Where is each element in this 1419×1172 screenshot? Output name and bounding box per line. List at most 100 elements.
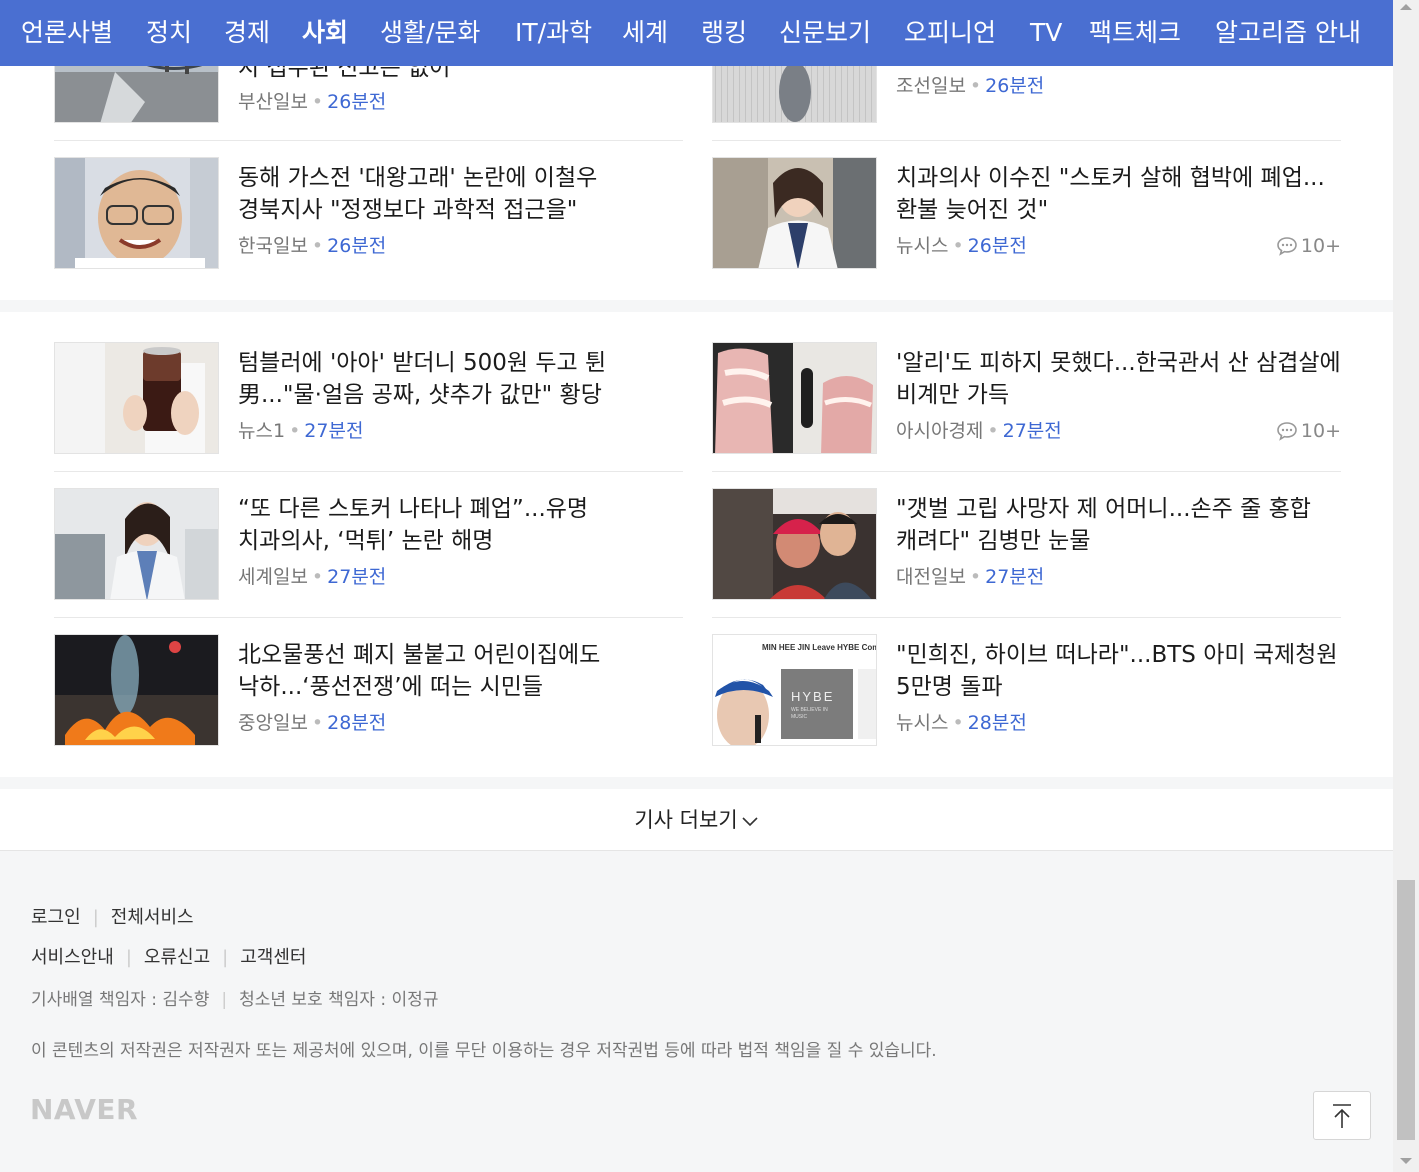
press-name[interactable]: 한국일보 <box>238 235 308 257</box>
press-name[interactable]: 대전일보 <box>896 566 966 588</box>
article-time: 28분전 <box>327 712 387 734</box>
press-name[interactable]: 중앙일보 <box>238 712 308 734</box>
article-time: 27분전 <box>985 566 1045 588</box>
nav-item-press[interactable]: 언론사별 <box>21 0 113 66</box>
comment-count[interactable]: 10+ <box>1276 417 1341 445</box>
divider <box>54 140 683 141</box>
article-headline[interactable]: '알리'도 피하지 못했다...한국관서 산 삼겹살에 비계만 가득 <box>896 348 1341 411</box>
nav-item-factcheck[interactable]: 팩트체크 <box>1089 0 1181 66</box>
article-time: 28분전 <box>967 712 1027 734</box>
comment-icon <box>1277 422 1297 441</box>
meta-dot: • <box>289 420 301 442</box>
top-navigation: 언론사별 정치 경제 사회 생활/문화 IT/과학 세계 랭킹 신문보기 오피니… <box>0 0 1393 66</box>
error-report-link[interactable]: 오류신고 <box>144 947 210 968</box>
article-time: 26분전 <box>327 91 387 113</box>
separator: | <box>92 907 99 928</box>
article-meta: 한국일보 • 26분전 <box>238 232 386 260</box>
press-name[interactable]: 뉴스1 <box>238 420 285 442</box>
separator: | <box>222 947 229 968</box>
vertical-scrollbar[interactable] <box>1393 0 1419 1172</box>
meta-dot: • <box>311 712 324 734</box>
nav-item-algorithm[interactable]: 알고리즘 안내 <box>1215 0 1361 66</box>
divider <box>54 471 683 472</box>
customer-center-link[interactable]: 고객센터 <box>240 947 306 968</box>
nav-item-politics[interactable]: 정치 <box>146 0 192 66</box>
comment-icon <box>1277 237 1297 256</box>
nav-item-newspaper[interactable]: 신문보기 <box>779 0 871 66</box>
thumbnail-image[interactable] <box>712 488 877 600</box>
scroll-up-arrow[interactable] <box>1400 4 1412 10</box>
chevron-down-icon <box>742 817 758 827</box>
news-item[interactable]: "갯벌 고립 사망자 제 어머니...손주 줄 홍합 캐려다" 김병만 눈물 대… <box>712 488 1341 600</box>
meta-dot: • <box>952 235 964 257</box>
thumb-sub-text: WE BELIEVE IN MUSIC <box>791 707 828 720</box>
footer-row-2: 서비스안내 | 오류신고 | 고객센터 <box>31 943 306 969</box>
news-item[interactable]: 동해 가스전 '대왕고래' 논란에 이철우 경북지사 "정쟁보다 과학적 접근을… <box>54 157 683 269</box>
scrollbar-thumb[interactable] <box>1397 880 1415 1140</box>
meta-dot: • <box>311 91 324 113</box>
press-name[interactable]: 부산일보 <box>238 91 308 113</box>
footer-responsible: 기사배열 책임자 : 김수향 | 청소년 보호 책임자 : 이정규 <box>31 985 438 1010</box>
news-item[interactable]: 치과의사 이수진 "스토커 살해 협박에 폐업...환불 늦어진 것" 뉴시스 •… <box>712 157 1341 269</box>
comment-count-value: 10+ <box>1300 420 1341 442</box>
article-headline[interactable]: 치과의사 이수진 "스토커 살해 협박에 폐업...환불 늦어진 것" <box>896 163 1341 226</box>
news-item[interactable]: 텀블러에 '아아' 받더니 500원 두고 튄 男..."물·얼음 공짜, 샷추… <box>54 342 683 454</box>
article-meta: 중앙일보 • 28분전 <box>238 709 386 737</box>
thumbnail-image[interactable]: MIN HEE JIN Leave HYBE Comp HYBE WE BELI… <box>712 634 877 746</box>
naver-logo[interactable]: NAVER <box>30 1093 138 1126</box>
scroll-down-arrow[interactable] <box>1400 1158 1412 1164</box>
news-item[interactable]: MIN HEE JIN Leave HYBE Comp HYBE WE BELI… <box>712 634 1341 746</box>
article-headline[interactable]: "민희진, 하이브 떠나라"...BTS 아미 국제청원 5만명 돌파 <box>896 640 1341 703</box>
divider <box>712 471 1341 472</box>
press-name[interactable]: 뉴시스 <box>896 235 948 257</box>
article-time: 26분전 <box>967 235 1027 257</box>
article-headline[interactable]: 北오물풍선 폐지 불붙고 어린이집에도 낙하...‘풍선전쟁’에 떠는 시민들 <box>238 640 683 703</box>
nav-item-world[interactable]: 세계 <box>622 0 668 66</box>
article-time: 27분전 <box>1002 420 1062 442</box>
thumbnail-image[interactable] <box>712 342 877 454</box>
youth-responsible: 청소년 보호 책임자 : 이정규 <box>239 990 439 1010</box>
copyright-notice: 이 콘텐츠의 저작권은 저작권자 또는 제공처에 있으며, 이를 무단 이용하는… <box>31 1041 937 1061</box>
nav-item-society[interactable]: 사회 <box>302 0 348 66</box>
nav-item-tv[interactable]: TV <box>1030 0 1062 66</box>
nav-item-it-science[interactable]: IT/과학 <box>515 0 592 66</box>
press-name[interactable]: 뉴시스 <box>896 712 948 734</box>
meta-dot: • <box>969 75 982 97</box>
thumbnail-image[interactable] <box>712 157 877 269</box>
footer-row-1: 로그인 | 전체서비스 <box>31 903 194 929</box>
thumbnail-image[interactable] <box>54 342 219 454</box>
article-time: 26분전 <box>327 235 387 257</box>
meta-dot: • <box>311 235 324 257</box>
news-item[interactable]: “또 다른 스토커 나타나 폐업”...유명 치과의사, ‘먹튀’ 논란 해명 … <box>54 488 683 600</box>
service-info-link[interactable]: 서비스안내 <box>31 947 114 968</box>
article-meta: 뉴시스 • 26분전 <box>896 232 1027 260</box>
thumb-logo-text: HYBE <box>791 689 835 704</box>
more-articles-label: 기사 더보기 <box>634 808 738 832</box>
comment-count[interactable]: 10+ <box>1276 232 1341 260</box>
nav-item-economy[interactable]: 경제 <box>224 0 270 66</box>
thumbnail-image[interactable] <box>54 488 219 600</box>
nav-item-opinion[interactable]: 오피니언 <box>904 0 996 66</box>
meta-dot: • <box>952 712 964 734</box>
press-name[interactable]: 조선일보 <box>896 75 966 97</box>
editor-responsible: 기사배열 책임자 : 김수향 <box>31 990 210 1010</box>
divider <box>54 617 683 618</box>
thumbnail-image[interactable] <box>54 157 219 269</box>
nav-item-ranking[interactable]: 랭킹 <box>701 0 747 66</box>
news-item[interactable]: 北오물풍선 폐지 불붙고 어린이집에도 낙하...‘풍선전쟁’에 떠는 시민들 … <box>54 634 683 746</box>
press-name[interactable]: 아시아경제 <box>896 420 983 442</box>
article-headline[interactable]: 텀블러에 '아아' 받더니 500원 두고 튄 男..."물·얼음 공짜, 샷추… <box>238 348 683 411</box>
all-services-link[interactable]: 전체서비스 <box>111 907 194 928</box>
article-headline[interactable]: "갯벌 고립 사망자 제 어머니...손주 줄 홍합 캐려다" 김병만 눈물 <box>896 494 1341 557</box>
article-headline[interactable]: 동해 가스전 '대왕고래' 논란에 이철우 경북지사 "정쟁보다 과학적 접근을… <box>238 163 683 226</box>
thumbnail-image[interactable] <box>54 634 219 746</box>
article-time: 27분전 <box>327 566 387 588</box>
nav-item-life-culture[interactable]: 생활/문화 <box>380 0 480 66</box>
divider <box>712 617 1341 618</box>
login-link[interactable]: 로그인 <box>31 907 81 928</box>
scroll-to-top-button[interactable] <box>1313 1091 1371 1140</box>
news-item[interactable]: '알리'도 피하지 못했다...한국관서 산 삼겹살에 비계만 가득 아시아경제… <box>712 342 1341 454</box>
article-headline[interactable]: “또 다른 스토커 나타나 폐업”...유명 치과의사, ‘먹튀’ 논란 해명 <box>238 494 683 557</box>
more-articles-button[interactable]: 기사 더보기 <box>0 789 1393 851</box>
press-name[interactable]: 세계일보 <box>238 566 308 588</box>
